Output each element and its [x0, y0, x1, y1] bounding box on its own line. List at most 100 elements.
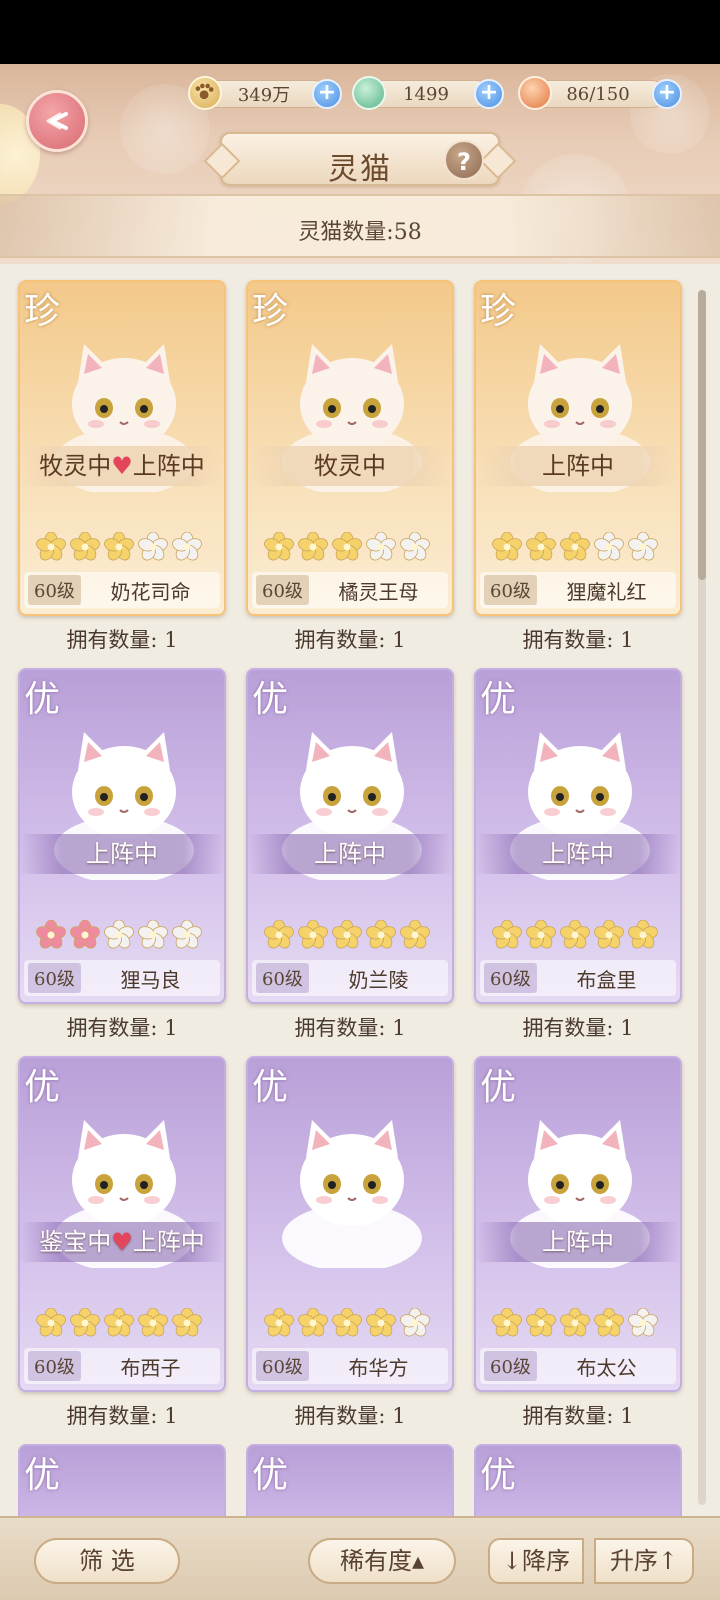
help-button[interactable]: ?: [444, 140, 484, 180]
cat-card[interactable]: 优鉴宝中♥上阵中 60级 布西子: [18, 1056, 226, 1392]
status-label: 鉴宝中♥上阵中: [20, 1222, 224, 1262]
star-filled-icon: [526, 920, 556, 949]
cat-info-row: 60级 奶花司命: [24, 572, 220, 608]
star-filled-icon: [332, 1308, 362, 1337]
star-filled-icon: [332, 920, 362, 949]
star-rating: [492, 920, 658, 950]
cat-name: 狸魔礼红: [566, 579, 647, 604]
cat-card-partial[interactable]: 优: [246, 1444, 454, 1516]
star-filled-icon: [492, 1308, 522, 1337]
star-filled-icon: [70, 920, 100, 949]
star-empty-icon: [366, 532, 396, 561]
star-empty-icon: [400, 1308, 430, 1337]
star-filled-icon: [264, 920, 294, 949]
cat-card[interactable]: 珍上阵中 60级 狸魔礼红: [474, 280, 682, 616]
cat-card[interactable]: 优上阵中 60级 奶兰陵: [246, 668, 454, 1004]
star-filled-icon: [526, 532, 556, 561]
star-filled-icon: [298, 532, 328, 561]
star-filled-icon: [298, 920, 328, 949]
bottom-toolbar: 筛 选 稀有度▴ ↓降序 升序↑: [0, 1516, 720, 1600]
ascending-button[interactable]: 升序↑: [594, 1538, 694, 1584]
count-bar: 灵猫数量:58: [0, 194, 720, 258]
star-empty-icon: [400, 532, 430, 561]
jade-icon: [352, 76, 386, 110]
level-badge: 60级: [28, 963, 81, 993]
star-filled-icon: [70, 532, 100, 561]
level-badge: 60级: [256, 575, 309, 605]
cat-card[interactable]: 优上阵中 60级 布盒里: [474, 668, 682, 1004]
add-paw-coins-button[interactable]: +: [312, 79, 342, 109]
owned-count: 拥有数量: 1: [294, 1016, 406, 1040]
cat-name: 布太公: [576, 1355, 637, 1380]
cat-grid: 珍牧灵中♥上阵中 60级 奶花司命 拥有数量: 1 珍牧灵中 60级 橘灵王母 拥有数量: 1…: [0, 264, 720, 1516]
resource-value: 1499: [403, 83, 449, 105]
status-bar: [0, 0, 720, 64]
cat-card-partial[interactable]: 优: [474, 1444, 682, 1516]
cat-card-partial[interactable]: 优: [18, 1444, 226, 1516]
add-jade-button[interactable]: +: [474, 79, 504, 109]
star-empty-icon: [138, 920, 168, 949]
cat-name: 橘灵王母: [338, 579, 419, 604]
cat-card[interactable]: 优上阵中 60级 狸马良: [18, 668, 226, 1004]
star-empty-icon: [628, 532, 658, 561]
level-badge: 60级: [28, 1351, 81, 1381]
star-filled-icon: [628, 920, 658, 949]
cat-card[interactable]: 珍牧灵中♥上阵中 60级 奶花司命: [18, 280, 226, 616]
star-filled-icon: [560, 1308, 590, 1337]
star-filled-icon: [104, 1308, 134, 1337]
heart-icon: ♥: [111, 452, 133, 480]
level-badge: 60级: [484, 963, 537, 993]
owned-count: 拥有数量: 1: [294, 1404, 406, 1428]
star-rating: [36, 920, 202, 950]
star-filled-icon: [70, 1308, 100, 1337]
level-badge: 60级: [484, 1351, 537, 1381]
cat-card[interactable]: 珍牧灵中 60级 橘灵王母: [246, 280, 454, 616]
star-filled-icon: [36, 920, 66, 949]
cat-info-row: 60级 布西子: [24, 1348, 220, 1384]
scrollbar-thumb[interactable]: [698, 290, 706, 580]
status-label: 上阵中: [476, 446, 680, 486]
cat-count: 灵猫数量:58: [298, 220, 422, 245]
cat-card[interactable]: 优 60级 布华方: [246, 1056, 454, 1392]
back-arrow-icon: [46, 112, 68, 130]
rarity-sort-button[interactable]: 稀有度▴: [308, 1538, 456, 1584]
star-filled-icon: [104, 532, 134, 561]
owned-count: 拥有数量: 1: [66, 1016, 178, 1040]
filter-button[interactable]: 筛 选: [34, 1538, 180, 1584]
star-rating: [264, 1308, 430, 1338]
star-rating: [492, 532, 658, 562]
star-rating: [36, 532, 202, 562]
add-food-button[interactable]: +: [652, 79, 682, 109]
cat-name: 布盒里: [576, 967, 637, 992]
status-label: 上阵中: [476, 1222, 680, 1262]
level-badge: 60级: [256, 963, 309, 993]
star-filled-icon: [264, 1308, 294, 1337]
star-rating: [36, 1308, 202, 1338]
status-label: 牧灵中: [248, 446, 452, 486]
owned-count: 拥有数量: 1: [522, 1016, 634, 1040]
resource-value: 349万: [237, 85, 291, 106]
cat-card[interactable]: 优上阵中 60级 布太公: [474, 1056, 682, 1392]
owned-count: 拥有数量: 1: [294, 628, 406, 652]
cat-info-row: 60级 狸马良: [24, 960, 220, 996]
cat-info-row: 60级 狸魔礼红: [480, 572, 676, 608]
back-button[interactable]: [26, 90, 88, 152]
cat-portrait: [266, 1098, 438, 1272]
heart-icon: ♥: [111, 1228, 133, 1256]
star-filled-icon: [332, 532, 362, 561]
cat-name: 布华方: [348, 1355, 409, 1380]
star-filled-icon: [138, 1308, 168, 1337]
owned-count: 拥有数量: 1: [66, 1404, 178, 1428]
cat-name: 狸马良: [120, 967, 181, 992]
level-badge: 60级: [256, 1351, 309, 1381]
descending-button[interactable]: ↓降序: [488, 1538, 584, 1584]
star-empty-icon: [138, 532, 168, 561]
cat-name: 奶兰陵: [348, 967, 409, 992]
rarity-badge: 优: [480, 1455, 517, 1496]
star-filled-icon: [366, 1308, 396, 1337]
owned-count: 拥有数量: 1: [522, 1404, 634, 1428]
star-rating: [264, 532, 430, 562]
cat-info-row: 60级 布盒里: [480, 960, 676, 996]
star-filled-icon: [366, 920, 396, 949]
star-filled-icon: [560, 920, 590, 949]
